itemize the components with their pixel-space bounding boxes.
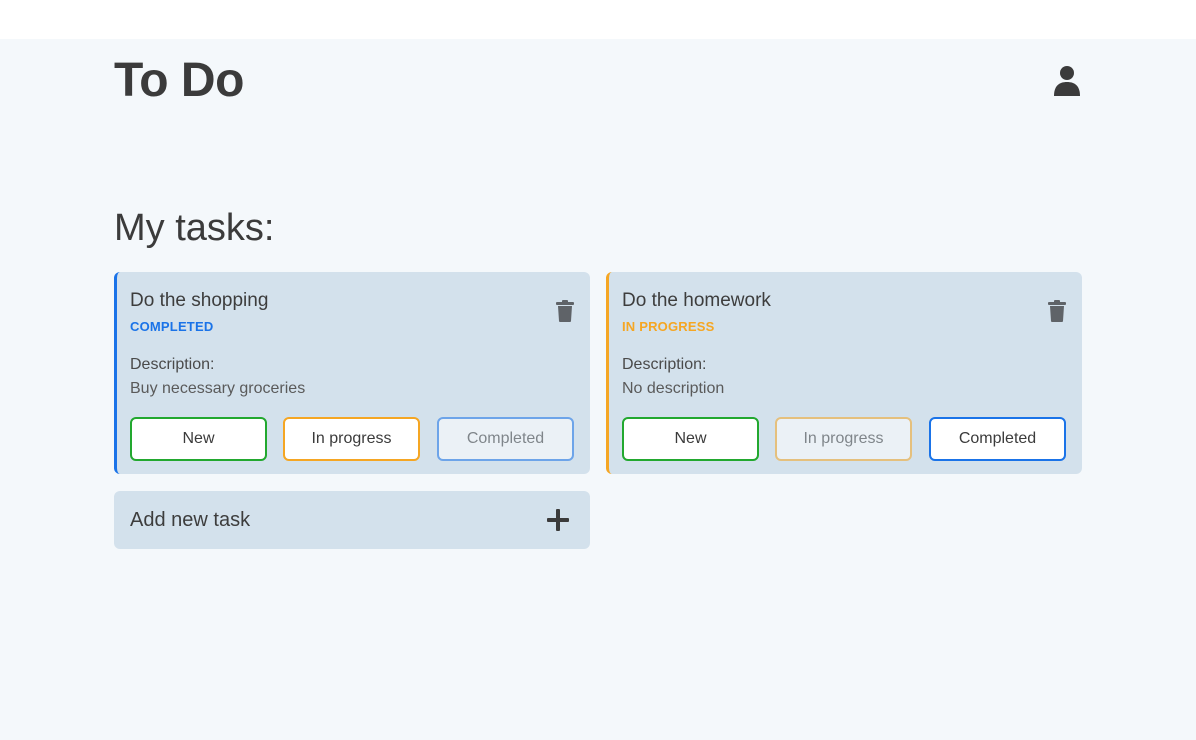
trash-icon[interactable]: [1048, 300, 1066, 322]
task-title: Do the shopping: [130, 290, 269, 311]
task-status-badge: IN PROGRESS: [622, 319, 715, 334]
set-in-progress-button[interactable]: In progress: [283, 417, 420, 461]
description-text: Buy necessary groceries: [130, 380, 306, 397]
add-task-button[interactable]: Add new task: [114, 491, 590, 549]
set-new-button[interactable]: New: [622, 417, 759, 461]
set-completed-button[interactable]: Completed: [437, 417, 574, 461]
trash-icon[interactable]: [556, 300, 574, 322]
user-icon[interactable]: [1052, 64, 1082, 98]
task-title: Do the homework: [622, 290, 771, 311]
set-in-progress-button[interactable]: In progress: [775, 417, 912, 461]
set-completed-button[interactable]: Completed: [929, 417, 1066, 461]
section-title: My tasks:: [114, 207, 275, 249]
task-card: Do the shopping COMPLETED Description: B…: [114, 272, 590, 474]
description-label: Description:: [130, 356, 215, 373]
description-text: No description: [622, 380, 725, 397]
plus-icon: [547, 509, 569, 531]
task-card: Do the homework IN PROGRESS Description:…: [606, 272, 1082, 474]
task-status-badge: COMPLETED: [130, 319, 214, 334]
app-title: To Do: [114, 54, 244, 107]
description-label: Description:: [622, 356, 707, 373]
add-task-label: Add new task: [130, 509, 251, 531]
set-new-button[interactable]: New: [130, 417, 267, 461]
